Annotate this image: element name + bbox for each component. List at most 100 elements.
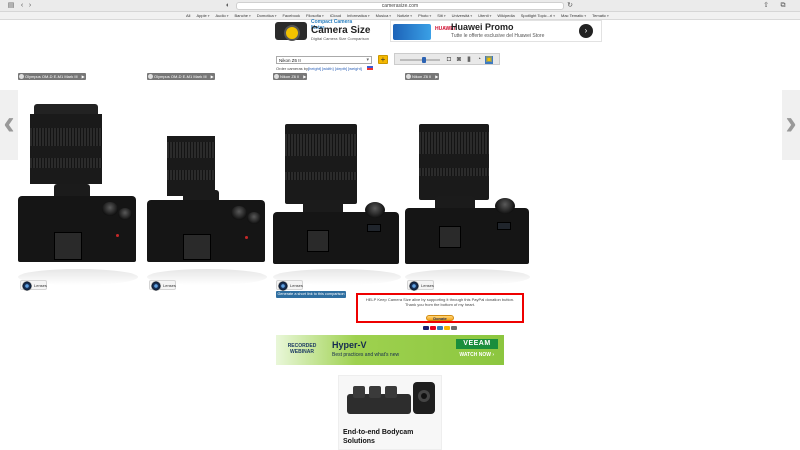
bookmark-label: Filosofia [306,13,321,18]
chevron-down-icon: ▾ [489,14,492,18]
lenses-button-1[interactable]: Lenses [20,280,47,291]
donation-text: HELP Keep Camera Size alive by supportin… [358,297,522,307]
camera-tag-4[interactable]: Nikon Z6 II ▶ [405,73,440,80]
browser-toolbar: ▤ ‹ › ◐ camerasize.com ↻ ⇧ ⧉ [0,0,800,12]
tabs-icon[interactable]: ⧉ [778,2,788,10]
top-view-icon[interactable]: ◙ [455,56,463,64]
zoom-slider-handle[interactable] [422,57,426,63]
zoom-slider[interactable] [400,59,440,61]
close-icon[interactable] [274,74,279,79]
bookmark-item[interactable]: Utenti▾ [478,13,491,18]
bodycam-device-image [347,382,435,414]
donation-line-2: Thank you from the bottom of my heart. [404,302,476,307]
eyecup [54,232,82,260]
side-view-icon[interactable]: ▮ [465,56,473,64]
chevron-down-icon: ▾ [367,14,370,18]
ad2-headline: End-to-end Bodycam Solutions [343,428,413,446]
order-by-width-link[interactable]: [width] [322,66,334,71]
bookmark-item[interactable]: Informatica▾ [347,13,370,18]
chevron-down-icon: ▾ [321,14,324,18]
add-camera-button[interactable]: + [378,55,388,64]
huawei-promo-ad[interactable]: HUAWEI Huawei Promo Tutte le offerte esc… [390,20,602,42]
ad2-line-1: End-to-end Bodycam [343,429,414,436]
bookmark-item[interactable]: Università▾ [452,13,473,18]
chevron-down-icon: ▾ [410,14,413,18]
mode-dial [495,198,515,214]
lenses-button-4[interactable]: Lenses [407,280,434,291]
logo-title: Camera Size [311,25,371,36]
bookmark-item[interactable]: Filosofia▾ [306,13,324,18]
bookmark-item[interactable]: Musica▾ [376,13,391,18]
short-link-button[interactable]: Generate a short link to this comparison [276,291,346,298]
ad2-line-2: Solutions [343,438,375,445]
page-content: Compact Camera Meter Camera Size Digital… [0,19,800,450]
eyecup [183,234,211,260]
lenses-button-3[interactable]: Lenses [276,280,303,291]
camera-view-icon[interactable]: ◘ [445,56,453,64]
promo-arrow-button[interactable]: › [579,24,593,38]
order-by-weight-link[interactable]: [weight] [348,66,362,71]
sensor-view-icon[interactable]: ▣ [485,56,493,64]
order-label: Order cameras by: [276,66,310,71]
bookmark-item[interactable]: iCloud [330,13,341,18]
camera-tag-label: Nikon Z6 II [280,74,300,79]
order-by-depth-link[interactable]: [depth] [335,66,347,71]
bookmark-item[interactable]: Wikipedia [497,13,514,18]
bookmark-label: Musica [375,13,389,18]
ad-title: Hyper-V [332,340,367,350]
camera-tag-1[interactable]: Olympus OM-D E-M1 Mark III ▶ [18,73,86,80]
chevron-down-icon: ▾ [443,14,446,18]
bookmark-label: Spotlight Topic...ri [520,13,553,18]
next-arrow-button[interactable]: › [782,90,800,160]
bookmark-item[interactable]: Banche▾ [234,13,250,18]
top-lcd [367,224,381,232]
back-icon[interactable]: ‹ [18,2,26,10]
lenses-button-2[interactable]: Lenses [149,280,176,291]
watch-now-link[interactable]: WATCH NOW › [459,352,494,358]
camera-select[interactable]: Nikon Z6 II [276,56,372,64]
bookmark-item[interactable]: Tematic▾ [592,13,609,18]
bookmark-item[interactable]: Photo▾ [418,13,431,18]
bookmark-label: Photo [418,13,429,18]
address-bar[interactable]: camerasize.com [236,2,564,10]
bookmark-item[interactable]: Apple▾ [196,13,209,18]
veeam-ad-banner[interactable]: RECORDED WEBINAR Hyper-V Best practices … [276,335,504,365]
bookmark-item[interactable]: Spotlight Topic...ri▾ [521,13,555,18]
share-icon[interactable]: ⇧ [762,2,770,10]
bookmark-item[interactable]: Audio▾ [215,13,228,18]
lens-view-icon[interactable]: ◔ [475,56,483,64]
sidebar-toggle-icon[interactable]: ▤ [6,2,16,10]
lens-barrel [419,124,489,200]
site-logo[interactable]: Compact Camera Meter Camera Size Digital… [275,19,370,42]
paypal-donate-button[interactable]: Donate [426,315,454,321]
close-icon[interactable] [406,74,411,79]
bodycam-ad[interactable]: End-to-end Bodycam Solutions [338,375,442,450]
ad-webinar-label: RECORDED WEBINAR [282,343,322,355]
bookmark-item[interactable]: All [186,13,190,18]
order-by-height-link[interactable]: [height] [308,66,321,71]
payment-cards [358,326,522,330]
lenses-label: Lenses [34,283,47,288]
close-icon[interactable] [19,74,24,79]
close-icon[interactable] [148,74,153,79]
control-dial [118,208,132,220]
mode-dial [102,202,118,216]
camera-tag-3[interactable]: Nikon Z6 II ▶ [273,73,308,80]
promo-title: Huawei Promo [451,22,514,32]
previous-arrow-button[interactable]: ‹ [0,90,18,160]
promo-devices-image [393,24,431,40]
reload-icon[interactable]: ↻ [566,2,574,10]
bookmark-item[interactable]: Facebook [282,13,300,18]
donation-box: HELP Keep Camera Size alive by supportin… [356,293,524,330]
chevron-down-icon: ▾ [274,14,277,18]
forward-icon[interactable]: › [26,2,34,10]
bookmark-item[interactable]: Siti▾ [437,13,445,18]
bookmark-item[interactable]: Mac Tematic▾ [561,13,586,18]
bookmark-item[interactable]: Domotica▾ [257,13,277,18]
camera-tag-2[interactable]: Olympus OM-D E-M1 Mark III ▶ [147,73,215,80]
lens-icon [409,281,419,291]
shield-icon[interactable]: ◐ [224,2,232,10]
veeam-logo: VEEAM [456,339,498,349]
bookmark-item[interactable]: Notizie▾ [397,13,412,18]
bookmark-label: Università [451,13,470,18]
